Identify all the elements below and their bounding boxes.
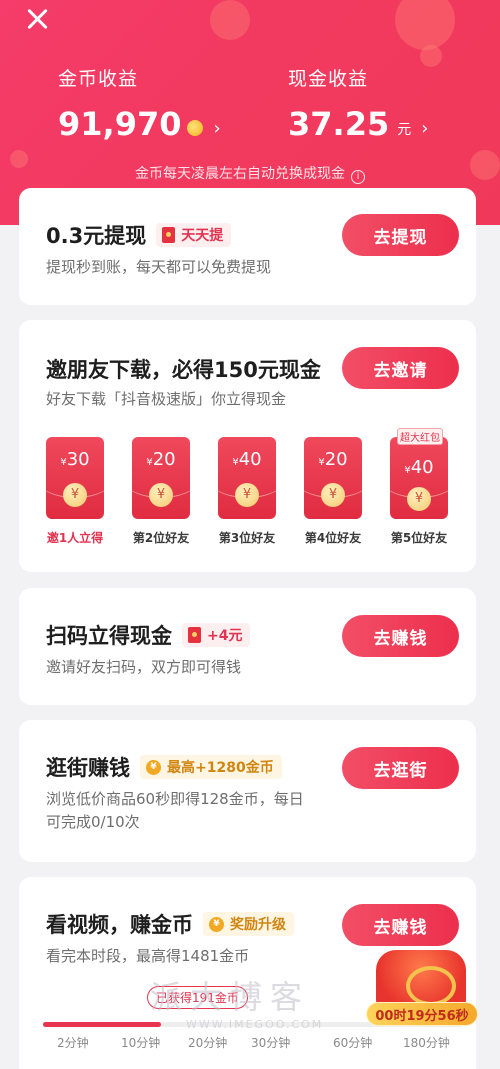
yuan-coin-icon: ¥	[149, 483, 173, 507]
red-packet-item[interactable]: ¥20 ¥ 第4位好友	[304, 437, 362, 546]
red-packet-item[interactable]: ¥40 ¥ 第3位好友	[218, 437, 276, 546]
treasure-chest-icon	[376, 950, 466, 1010]
chevron-right-icon: ›	[421, 117, 429, 139]
daily-tag-label: 天天提	[181, 228, 224, 244]
packet-label: 邀1人立得	[46, 531, 104, 545]
tick-label: 30分钟	[251, 1036, 291, 1050]
cash-earnings[interactable]: 现金收益 37.25 元 ›	[288, 64, 428, 143]
packet-amount: 20	[324, 449, 348, 470]
bokeh-decoration	[210, 0, 250, 40]
daily-tag: 天天提	[156, 223, 232, 247]
red-packet: ¥30 ¥	[46, 437, 104, 519]
treasure-chest[interactable]: 00时19分56秒	[366, 940, 478, 1030]
red-packet: ¥40 ¥	[218, 437, 276, 519]
packet-amount: 40	[238, 449, 262, 470]
packet-label: 第2位好友	[132, 531, 190, 545]
info-icon[interactable]: i	[351, 170, 365, 184]
close-icon[interactable]	[22, 4, 52, 34]
coin-earnings[interactable]: 金币收益 91,970 ›	[58, 64, 221, 143]
red-packet: ¥20 ¥	[304, 437, 362, 519]
coin-reward-tag-label: 最高+1280金币	[167, 760, 274, 776]
invite-subtitle: 好友下载「抖音极速版」你立得现金	[46, 390, 287, 408]
gold-coin-icon	[187, 120, 204, 136]
shop-title-row: 逛街赚钱 ¥ 最高+1280金币	[46, 752, 282, 782]
withdraw-subtitle: 提现秒到账，每天都可以免费提现	[46, 258, 272, 276]
red-packet-item[interactable]: ¥20 ¥ 第2位好友	[132, 437, 190, 546]
bonus-tag-label: +4元	[207, 628, 243, 644]
shop-title: 逛街赚钱	[46, 756, 130, 780]
shop-subtitle-line: 可完成0/10次	[46, 813, 140, 831]
yuan-coin-icon: ¥	[407, 487, 431, 511]
packet-label: 第4位好友	[304, 531, 362, 545]
red-packet-item[interactable]: ¥30 ¥ 邀1人立得	[46, 437, 104, 546]
coin-earnings-label: 金币收益	[58, 68, 139, 90]
yuan-coin-icon: ¥	[321, 483, 345, 507]
coin-reward-tag: ¥ 最高+1280金币	[140, 755, 282, 779]
packet-amount: 40	[410, 457, 434, 478]
video-subtitle: 看完本时段，最高得1481金币	[46, 947, 250, 965]
tick-label: 20分钟	[188, 1036, 228, 1050]
shopping-card: 逛街赚钱 ¥ 最高+1280金币 浏览低价商品60秒即得128金币，每日 可完成0…	[19, 720, 476, 862]
countdown-timer: 00时19分56秒	[366, 1002, 478, 1026]
packet-amount: 30	[66, 449, 90, 470]
watermark-url: WWW.IMEGOO.COM	[186, 1018, 324, 1031]
red-envelope-icon	[188, 627, 201, 643]
upgrade-tag: ¥ 奖励升级	[203, 912, 294, 936]
gold-coin-icon: ¥	[209, 916, 224, 932]
scan-subtitle: 邀请好友扫码，双方即可得钱	[46, 658, 242, 676]
chest-ring	[406, 966, 456, 1006]
tick-label: 2分钟	[57, 1036, 89, 1050]
watermark: 派大博客 WWW.IMEGOO.COM	[150, 972, 323, 1031]
cash-earnings-value: 37.25	[288, 105, 390, 143]
exchange-note: 金币每天凌晨左右自动兑换成现金 i	[0, 163, 500, 184]
withdraw-button[interactable]: 去提现	[342, 214, 459, 256]
video-title: 看视频，赚金币	[46, 913, 193, 937]
shop-subtitle: 浏览低价商品60秒即得128金币，每日 可完成0/10次	[46, 788, 304, 834]
coin-earnings-value: 91,970	[58, 105, 182, 143]
scan-title-row: 扫码立得现金 +4元	[46, 620, 251, 650]
tick-label: 60分钟	[333, 1036, 373, 1050]
invite-button[interactable]: 去邀请	[342, 347, 459, 389]
gold-coin-icon: ¥	[146, 759, 161, 775]
yuan-coin-icon: ¥	[63, 483, 87, 507]
cash-earnings-label: 现金收益	[288, 68, 369, 90]
invite-card: 邀朋友下载，必得150元现金 好友下载「抖音极速版」你立得现金 去邀请 ¥30 …	[19, 320, 476, 572]
withdraw-card: 0.3元提现 天天提 提现秒到账，每天都可以免费提现 去提现	[19, 188, 476, 305]
scan-title: 扫码立得现金	[46, 624, 172, 648]
yuan-coin-icon: ¥	[235, 483, 259, 507]
video-title-row: 看视频，赚金币 ¥ 奖励升级	[46, 909, 294, 939]
packet-label: 第5位好友	[390, 531, 448, 545]
withdraw-title-row: 0.3元提现 天天提	[46, 220, 232, 250]
scan-card: 扫码立得现金 +4元 邀请好友扫码，双方即可得钱 去赚钱	[19, 588, 476, 705]
scan-earn-button[interactable]: 去赚钱	[342, 615, 459, 657]
red-packet: ¥40 ¥	[390, 437, 448, 519]
packet-amount: 20	[152, 449, 176, 470]
red-packet: ¥20 ¥	[132, 437, 190, 519]
red-packet-list: ¥30 ¥ 邀1人立得 ¥20 ¥ 第2位好友 ¥40 ¥ 第3位好友 ¥20 …	[46, 428, 456, 547]
tick-label: 180分钟	[403, 1036, 450, 1050]
invite-title: 邀朋友下载，必得150元现金	[46, 358, 321, 382]
red-envelope-icon	[162, 227, 176, 243]
shop-button[interactable]: 去逛街	[342, 747, 459, 789]
packet-label: 第3位好友	[218, 531, 276, 545]
shop-subtitle-line: 浏览低价商品60秒即得128金币，每日	[46, 790, 304, 808]
cash-unit: 元	[397, 122, 412, 138]
big-packet-badge: 超大红包	[397, 428, 443, 445]
chevron-right-icon: ›	[213, 117, 221, 139]
bokeh-decoration	[395, 0, 455, 50]
watermark-text: 派大博客	[150, 978, 311, 1016]
bonus-tag: +4元	[182, 623, 251, 647]
exchange-note-text: 金币每天凌晨左右自动兑换成现金	[135, 166, 345, 182]
progress-fill	[43, 1022, 161, 1027]
red-packet-item[interactable]: ¥40 ¥ 超大红包 第5位好友	[390, 428, 448, 546]
tick-label: 10分钟	[121, 1036, 161, 1050]
withdraw-title: 0.3元提现	[46, 224, 147, 248]
upgrade-tag-label: 奖励升级	[230, 917, 286, 933]
